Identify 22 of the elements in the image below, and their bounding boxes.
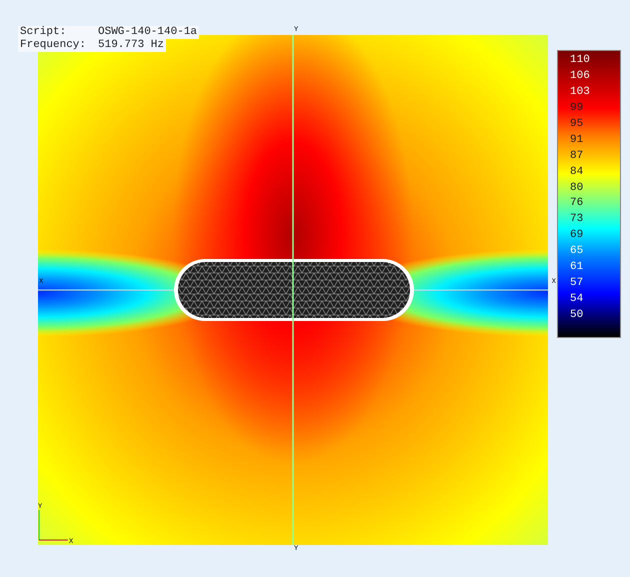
scale-tick-label: 110 (570, 55, 591, 66)
scale-tick-label: 91 (570, 134, 584, 146)
scale-tick-label: 84 (570, 166, 584, 178)
scale-tick-label: 61 (570, 262, 584, 274)
scale-tick-label: 54 (570, 294, 584, 306)
triad-y-axis-line (38, 510, 40, 540)
scale-tick-label: 106 (570, 70, 591, 82)
info-value: 519.773 Hz (98, 39, 166, 52)
info-label: Script: (19, 26, 68, 39)
scale-tick-label: 73 (570, 214, 584, 226)
scale-tick-label: 103 (570, 86, 591, 98)
scale-tick-label: 50 (570, 310, 584, 321)
scale-tick-label: 95 (570, 118, 584, 130)
scale-tick-label: 76 (570, 198, 584, 210)
info-value: OSWG-140-140-1a (98, 26, 198, 39)
scale-tick-label: 69 (570, 230, 584, 242)
scale-tick-label: 57 (570, 278, 584, 290)
info-label: Frequency: (19, 39, 88, 52)
scale-tick-label: 99 (570, 102, 584, 114)
scale-tick-label: 80 (570, 182, 584, 194)
scale-tick-label: 65 (570, 246, 584, 258)
scale-tick-label: 87 (570, 150, 584, 162)
